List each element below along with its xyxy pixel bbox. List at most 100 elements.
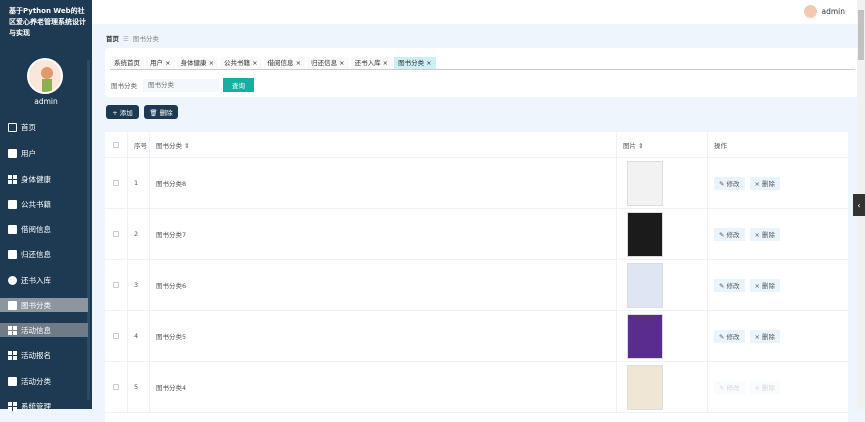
edit-button[interactable]: ✎ 修改 xyxy=(714,329,745,343)
category-name: 图书分类4 xyxy=(156,384,187,392)
index-cell: 2 xyxy=(128,209,150,259)
search-button[interactable]: 查询 xyxy=(223,78,254,92)
row-checkbox[interactable] xyxy=(113,180,119,186)
sidebar-item-9[interactable]: 活动报名 xyxy=(0,348,88,362)
checkbox-cell xyxy=(105,362,128,412)
row-index: 3 xyxy=(134,281,139,289)
book-cover-image[interactable] xyxy=(627,313,663,359)
delete-button[interactable]: × 删除 xyxy=(749,329,781,343)
data-table: 序号 图书分类 ⇕ 图片 ⇕ 操作 1 图书分类8 ✎ 修改 × 删除 2 图书分类7 ✎ 修改 × … xyxy=(105,132,848,422)
tab-4[interactable]: 借阅信息 × xyxy=(263,57,306,69)
image-cell xyxy=(617,260,708,310)
tab-7[interactable]: 图书分类 × xyxy=(394,57,436,69)
category-name: 图书分类6 xyxy=(156,282,187,290)
sidebar-item-label: 图书分类 xyxy=(21,300,51,310)
category-cell: 图书分类7 xyxy=(150,209,617,259)
row-index: 4 xyxy=(134,332,139,340)
edit-button[interactable]: ✎ 修改 xyxy=(714,176,745,190)
sidebar-item-6[interactable]: 还书入库 xyxy=(0,273,88,287)
sidebar-item-7[interactable]: 图书分类 xyxy=(0,298,88,312)
add-button[interactable]: + 添加 xyxy=(106,105,139,119)
index-cell: 4 xyxy=(128,311,150,361)
tab-0[interactable]: 系统首页 xyxy=(110,57,144,69)
grid-icon xyxy=(8,174,17,184)
table-header-row: 序号 图书分类 ⇕ 图片 ⇕ 操作 xyxy=(105,132,848,158)
book-cover-image[interactable] xyxy=(627,364,663,410)
app-title: 基于Python Web的社区爱心养老管理系统设计与实现 xyxy=(9,7,86,37)
category-name: 图书分类5 xyxy=(156,333,187,341)
sidebar-item-0[interactable]: 首页 xyxy=(0,120,88,134)
checkbox-cell xyxy=(105,209,128,259)
sidebar-item-label: 公共书籍 xyxy=(21,199,51,209)
index-cell: 5 xyxy=(128,362,150,412)
tab-bar: 系统首页 用户 × 身体健康 × 公共书籍 × 借阅信息 × 归还信息 × 还书入库 × 图书… xyxy=(110,57,855,70)
row-checkbox[interactable] xyxy=(113,333,119,339)
edit-button[interactable]: ✎ 修改 xyxy=(714,278,745,292)
header-label[interactable]: 图片 ⇕ xyxy=(623,140,644,150)
delete-button[interactable]: × 删除 xyxy=(749,176,781,190)
image-cell xyxy=(617,158,708,208)
row-checkbox[interactable] xyxy=(113,282,119,288)
tab-1[interactable]: 用户 × xyxy=(146,57,175,69)
search-label: 图书分类 xyxy=(111,82,137,90)
sidebar-item-1[interactable]: 用户 xyxy=(0,146,88,160)
category-cell: 图书分类4 xyxy=(150,362,617,412)
sliders-icon xyxy=(8,199,17,209)
tab-2[interactable]: 身体健康 × xyxy=(176,57,219,69)
sidebar-item-5[interactable]: 归还信息 xyxy=(0,247,88,261)
grid-icon xyxy=(8,350,17,360)
table-row: 1 图书分类8 ✎ 修改 × 删除 xyxy=(105,158,848,209)
category-cell: 图书分类6 xyxy=(150,260,617,310)
header-cell: 图书分类 ⇕ xyxy=(150,132,617,157)
table-row: 3 图书分类6 ✎ 修改 × 删除 xyxy=(105,260,848,311)
top-header: admin xyxy=(92,0,865,24)
image-cell xyxy=(617,362,708,412)
sidebar-item-11[interactable]: 系统管理 xyxy=(0,399,88,413)
tab-5[interactable]: 归还信息 × xyxy=(307,57,349,69)
header-label[interactable]: 图书分类 ⇕ xyxy=(156,140,190,150)
tab-6[interactable]: 还书入库 × xyxy=(350,57,393,69)
sidebar-item-label: 活动报名 xyxy=(21,350,51,360)
row-index: 2 xyxy=(134,230,139,238)
breadcrumb: 首页 ☰ 图书分类 xyxy=(106,33,159,43)
book-icon xyxy=(8,376,17,386)
book-cover-image[interactable] xyxy=(627,160,663,206)
sidebar-item-4[interactable]: 借阅信息 xyxy=(0,222,88,236)
select-all-checkbox[interactable] xyxy=(113,141,119,148)
header-label[interactable]: 操作 xyxy=(714,140,727,150)
sidebar-item-3[interactable]: 公共书籍 xyxy=(0,197,88,211)
avatar xyxy=(27,58,63,94)
sidebar-item-8[interactable]: 活动信息 xyxy=(0,323,88,337)
header-cell: 序号 xyxy=(128,132,150,157)
tab-card: 系统首页 用户 × 身体健康 × 公共书籍 × 借阅信息 × 归还信息 × 还书入库 × 图书… xyxy=(105,48,861,97)
category-cell: 图书分类8 xyxy=(150,158,617,208)
tab-3[interactable]: 公共书籍 × xyxy=(220,57,262,69)
actions-cell: ✎ 修改 × 删除 xyxy=(708,311,848,361)
delete-button[interactable]: × 删除 xyxy=(749,380,781,394)
edit-button[interactable]: ✎ 修改 xyxy=(714,380,745,394)
image-cell xyxy=(617,311,708,361)
breadcrumb-home[interactable]: 首页 xyxy=(106,35,119,43)
delete-button[interactable]: × 删除 xyxy=(749,227,781,241)
book-cover-image[interactable] xyxy=(627,211,663,257)
scrollbar-thumb[interactable] xyxy=(858,10,864,60)
sidebar-item-label: 借阅信息 xyxy=(21,224,51,234)
send-icon xyxy=(8,148,17,158)
row-checkbox[interactable] xyxy=(113,231,119,237)
checkbox-cell xyxy=(105,311,128,361)
edit-button[interactable]: ✎ 修改 xyxy=(714,227,745,241)
delete-button[interactable]: × 删除 xyxy=(749,278,781,292)
row-checkbox[interactable] xyxy=(113,384,119,390)
book-cover-image[interactable] xyxy=(627,262,663,308)
sidebar-username: admin xyxy=(34,97,58,106)
row-index: 1 xyxy=(134,179,139,187)
category-search-input[interactable] xyxy=(143,78,219,92)
sidebar-item-10[interactable]: 活动分类 xyxy=(0,374,88,388)
table-row: 5 图书分类4 ✎ 修改 × 删除 xyxy=(105,362,848,413)
breadcrumb-current: 图书分类 xyxy=(132,35,159,43)
collapse-panel-button[interactable]: ‹ xyxy=(853,194,865,216)
sidebar-item-label: 系统管理 xyxy=(21,401,51,411)
sidebar-item-2[interactable]: 身体健康 xyxy=(0,172,88,186)
user-menu[interactable]: admin xyxy=(803,5,845,18)
batch-delete-button[interactable]: 🗑 删除 xyxy=(144,105,178,119)
